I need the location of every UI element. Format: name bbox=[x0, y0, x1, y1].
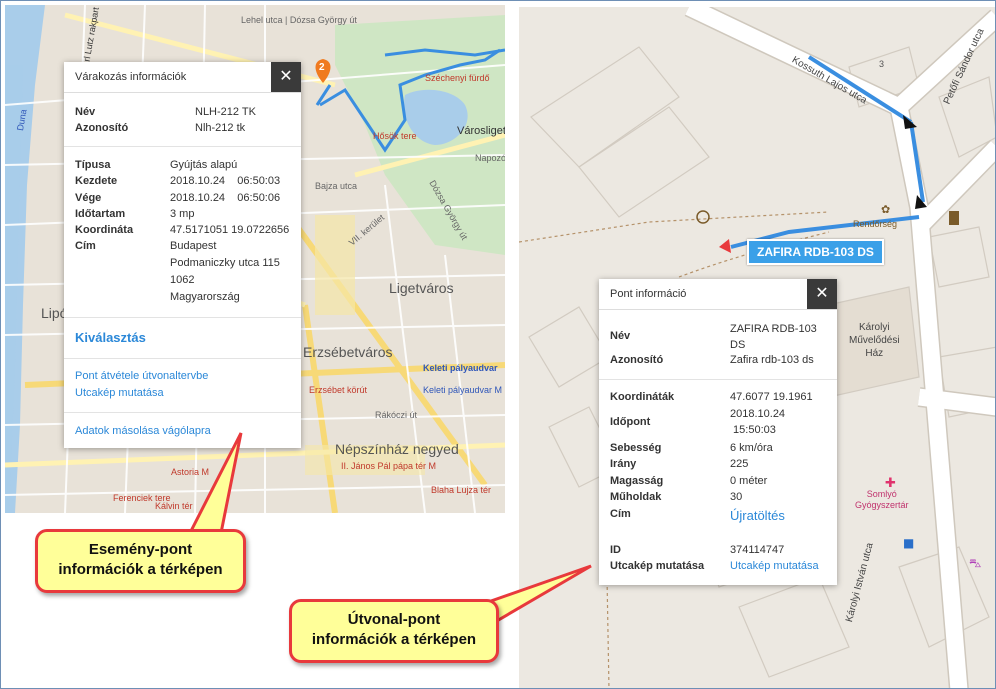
label-house-3: 3 bbox=[879, 59, 885, 69]
label-keleti: Keleti pályaudvar bbox=[423, 363, 498, 373]
event-id-value: Nlh-212 tk bbox=[195, 122, 246, 134]
label-hosok: Hősök tere bbox=[373, 131, 417, 141]
event-popup-header: Várakozás információk ✕ bbox=[64, 62, 301, 93]
svg-text:⛍: ⛍ bbox=[969, 556, 981, 570]
label-kalvin: Kálvin tér bbox=[155, 501, 193, 511]
label-erzsebetvaros: Erzsébetváros bbox=[303, 344, 393, 360]
event-address-line-3: 1062 bbox=[170, 274, 195, 286]
label-blaha: Blaha Lujza tér bbox=[431, 485, 492, 495]
route-id-label: Azonosító bbox=[610, 354, 664, 366]
event-type-value: Gyújtás alapú bbox=[170, 159, 238, 171]
route-point-popup: Pont információ ✕ Név ZAFIRA RDB-103 DS … bbox=[599, 279, 837, 585]
event-address-line-1: Budapest bbox=[170, 240, 217, 252]
label-erzsebet-korut: Erzsébet körút bbox=[309, 385, 368, 395]
somlyo-line-2: Gyógyszertár bbox=[855, 500, 909, 510]
screenshot-frame: 2 Ligetváros Erzsébetváros Népszínház ne… bbox=[0, 0, 996, 689]
karolyi-hall-line-2: Művelődési bbox=[849, 335, 900, 346]
label-bajza: Bajza utca bbox=[315, 181, 358, 191]
event-divider-2 bbox=[64, 317, 301, 318]
route-alt-value: 0 méter bbox=[730, 475, 768, 487]
route-callout: Útvonal-pont információk a térképen bbox=[289, 599, 499, 663]
route-sat-label: Műholdak bbox=[610, 491, 662, 503]
event-callout-line-2: információk a térképen bbox=[58, 561, 223, 578]
event-divider-4 bbox=[64, 412, 301, 413]
event-info-popup: Várakozás információk ✕ Név NLH-212 TK A… bbox=[64, 62, 301, 448]
route-dir-label: Irány bbox=[610, 458, 637, 470]
route-addr-label: Cím bbox=[610, 508, 631, 520]
route-callout-line-2: információk a térképen bbox=[311, 631, 477, 648]
event-name-label: Név bbox=[75, 106, 96, 118]
event-name-value: NLH-212 TK bbox=[195, 106, 256, 118]
event-end-value: 2018.10.24 06:50:06 bbox=[170, 192, 281, 204]
route-coords-label: Koordináták bbox=[610, 391, 675, 403]
somlyo-line-1: Somlyó bbox=[866, 489, 897, 499]
event-end-label: Vége bbox=[75, 192, 102, 204]
event-callout: Esemény-pont információk a térképen bbox=[35, 529, 246, 593]
route-popup-title: Pont információ bbox=[610, 288, 687, 300]
event-start-value: 2018.10.24 06:50:03 bbox=[170, 175, 281, 187]
route-coords-value: 47.6077 19.1961 bbox=[730, 391, 813, 403]
label-kendorseg: Rendőrség bbox=[853, 219, 898, 229]
event-duration-value: 3 mp bbox=[170, 208, 195, 220]
route-popup-header: Pont információ ✕ bbox=[599, 279, 837, 310]
reload-link[interactable]: Újratöltés bbox=[730, 508, 785, 523]
route-name-label: Név bbox=[610, 330, 631, 342]
label-rakoczi: Rákóczi út bbox=[375, 410, 418, 420]
route-sat-value: 30 bbox=[730, 491, 743, 503]
event-marker-number[interactable]: 2 bbox=[319, 62, 325, 73]
route-divider-1 bbox=[599, 379, 837, 380]
event-address-label: Cím bbox=[75, 240, 96, 252]
event-popup-close-button[interactable]: ✕ bbox=[271, 62, 301, 92]
vehicle-label[interactable]: ZAFIRA RDB-103 DS bbox=[747, 239, 884, 265]
label-janos-pal: II. János Pál pápa tér M bbox=[341, 461, 437, 471]
label-varosliget: Városliget bbox=[457, 125, 505, 137]
label-karolyi-hall: Károlyi Művelődési Ház bbox=[849, 321, 900, 360]
event-address-line-4: Magyarország bbox=[170, 291, 240, 303]
event-start-label: Kezdete bbox=[75, 175, 118, 187]
label-astoria: Astoria M bbox=[171, 467, 210, 477]
label-szechenyi: Széchenyi fürdő bbox=[425, 73, 490, 83]
event-type-label: Típusa bbox=[75, 159, 111, 171]
label-napozo: Napozó bbox=[475, 153, 505, 163]
label-keleti-m: Keleti pályaudvar M bbox=[423, 385, 503, 395]
route-speed-label: Sebesség bbox=[610, 442, 662, 454]
event-popup-title: Várakozás információk bbox=[75, 71, 187, 83]
event-streetview-link[interactable]: Utcakép mutatása bbox=[75, 387, 164, 399]
label-lehel: Lehel utca | Dózsa György út bbox=[241, 15, 357, 25]
svg-text:■: ■ bbox=[903, 536, 914, 550]
event-divider-1 bbox=[64, 146, 301, 147]
event-coord-value: 47.5171051 19.0722656 bbox=[170, 224, 290, 236]
copy-clipboard-link[interactable]: Adatok másolása vágólapra bbox=[75, 425, 211, 437]
event-coord-label: Koordináta bbox=[75, 224, 134, 236]
route-pid-value: 374114747 bbox=[730, 544, 785, 556]
route-plan-link[interactable]: Pont átvétele útvonaltervbe bbox=[75, 370, 208, 382]
event-callout-line-1: Esemény-pont bbox=[88, 541, 193, 558]
route-streetview-link[interactable]: Utcakép mutatása bbox=[730, 559, 819, 574]
select-link[interactable]: Kiválasztás bbox=[75, 330, 146, 345]
route-name-line-1: ZAFIRA RDB-103 bbox=[730, 323, 817, 335]
event-duration-label: Időtartam bbox=[75, 208, 126, 220]
label-ligetvaros: Ligetváros bbox=[389, 280, 454, 296]
route-name-line-2: DS bbox=[730, 339, 746, 351]
route-time-line-2: 15:50:03 bbox=[730, 424, 776, 436]
route-callout-line-1: Útvonal-pont bbox=[347, 611, 441, 628]
event-address-line-2: Podmaniczky utca 115 bbox=[170, 257, 280, 269]
route-sv-label: Utcakép mutatása bbox=[610, 560, 705, 572]
route-dir-value: 225 bbox=[730, 458, 749, 470]
route-time-label: Időpont bbox=[610, 416, 651, 428]
svg-text:✿: ✿ bbox=[881, 203, 890, 216]
route-speed-value: 6 km/óra bbox=[730, 442, 773, 454]
route-id-value: Zafira rdb-103 ds bbox=[730, 354, 814, 366]
route-popup-close-button[interactable]: ✕ bbox=[807, 279, 837, 309]
route-alt-label: Magasság bbox=[610, 475, 664, 487]
event-id-label: Azonosító bbox=[75, 122, 129, 134]
karolyi-hall-line-1: Károlyi bbox=[859, 322, 890, 333]
label-somlyo: Somlyó Gyógyszertár bbox=[855, 489, 909, 511]
label-nepszinhaz: Népszínház negyed bbox=[335, 441, 459, 457]
route-pid-label: ID bbox=[610, 544, 621, 556]
karolyi-hall-line-3: Ház bbox=[865, 348, 884, 359]
event-divider-3 bbox=[64, 358, 301, 359]
route-time-line-1: 2018.10.24 bbox=[730, 408, 786, 420]
